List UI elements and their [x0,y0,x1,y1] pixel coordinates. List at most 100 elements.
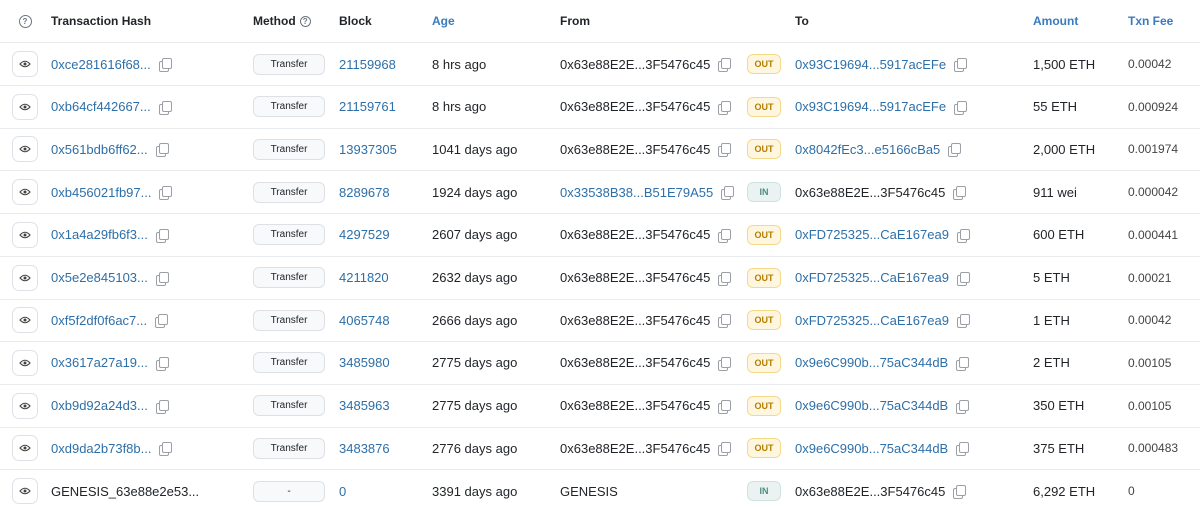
transaction-hash-link[interactable]: 0xb64cf442667... [51,99,151,114]
to-address[interactable]: 0x9e6C990b...75aC344dB [795,398,948,413]
copy-icon[interactable] [956,271,970,286]
transaction-hash-link[interactable]: 0xd9da2b73f8b... [51,441,151,456]
copy-icon[interactable] [155,314,169,329]
copy-icon[interactable] [953,186,967,201]
copy-icon[interactable] [159,442,173,457]
block-link[interactable]: 3485963 [339,398,390,413]
from-address: 0x63e88E2E...3F5476c45 [560,355,711,371]
copy-icon[interactable] [718,100,732,115]
copy-icon[interactable] [956,356,970,371]
eye-icon[interactable] [12,392,38,419]
copy-icon[interactable] [155,228,169,243]
copy-icon[interactable] [718,356,732,371]
block-link[interactable]: 3485980 [339,355,390,370]
column-header-fee[interactable]: Txn Fee [1128,0,1198,42]
transaction-hash-link[interactable]: 0xb9d92a24d3... [51,398,148,413]
copy-icon[interactable] [718,143,732,158]
block-link[interactable]: 0 [339,484,346,499]
eye-icon[interactable] [12,435,38,462]
to-address[interactable]: 0x93C19694...5917acEFe [795,99,946,114]
transaction-hash-link[interactable]: 0xb456021fb97... [51,185,151,200]
copy-icon[interactable] [718,314,732,329]
copy-icon[interactable] [155,143,169,158]
to-address[interactable]: 0x9e6C990b...75aC344dB [795,355,948,370]
copy-icon[interactable] [718,442,732,457]
transaction-hash-link[interactable]: 0xce281616f68... [51,57,151,72]
column-header-amount[interactable]: Amount [1033,0,1123,42]
block-link[interactable]: 8289678 [339,185,390,200]
direction-badge: OUT [747,438,781,459]
copy-icon[interactable] [956,314,970,329]
eye-icon[interactable] [12,51,38,77]
eye-icon[interactable] [12,221,38,248]
age-text: 1924 days ago [432,184,518,200]
to-address[interactable]: 0x93C19694...5917acEFe [795,57,946,72]
eye-icon[interactable] [12,93,38,120]
copy-icon[interactable] [155,399,169,414]
column-header-method: Method ? [253,0,333,42]
copy-icon[interactable] [954,100,968,115]
direction-badge: OUT [747,395,781,416]
eye-icon[interactable] [12,349,38,376]
copy-icon[interactable] [718,399,732,414]
age-text: 3391 days ago [432,483,518,499]
copy-icon[interactable] [155,271,169,286]
block-link[interactable]: 3483876 [339,441,390,456]
copy-icon[interactable] [158,58,172,72]
eye-icon[interactable] [12,264,38,291]
transaction-hash-link[interactable]: 0xf5f2df0f6ac7... [51,313,147,328]
help-circle-icon[interactable]: ? [299,15,311,27]
copy-icon[interactable] [718,58,732,72]
copy-icon[interactable] [158,100,172,115]
txn-fee-text: 0.00042 [1128,313,1172,328]
transaction-hash-link[interactable]: 0x3617a27a19... [51,355,148,370]
copy-icon[interactable] [721,186,735,201]
block-link[interactable]: 4297529 [339,227,390,242]
table-row: 0xb9d92a24d3... Transfer 3485963 2775 da… [0,385,1200,428]
copy-icon[interactable] [956,442,970,457]
block-link[interactable]: 21159968 [339,57,396,72]
transaction-hash-link[interactable]: 0x1a4a29fb6f3... [51,227,148,242]
copy-icon[interactable] [956,399,970,414]
age-text: 2775 days ago [432,398,518,414]
table-row: 0xb64cf442667... Transfer 21159761 8 hrs… [0,86,1200,129]
txn-fee-text: 0.00042 [1128,57,1172,71]
eye-icon[interactable] [12,478,38,504]
from-address[interactable]: 0x33538B38...B51E79A55 [560,185,713,200]
copy-icon[interactable] [954,58,968,72]
table-row: 0xf5f2df0f6ac7... Transfer 4065748 2666 … [0,299,1200,343]
txn-fee-text: 0.001974 [1128,142,1179,157]
column-header-to: To [795,14,809,28]
amount-text: 5 ETH [1033,270,1070,285]
copy-icon[interactable] [718,228,732,243]
copy-icon[interactable] [948,143,962,158]
copy-icon[interactable] [718,271,732,286]
copy-icon[interactable] [953,485,967,499]
eye-icon[interactable] [12,136,38,163]
method-badge: Transfer [253,96,325,118]
eye-icon[interactable] [12,179,38,206]
to-address[interactable]: 0xFD725325...CaE167ea9 [795,227,949,242]
transaction-hash-link[interactable]: 0x561bdb6ff62... [51,142,148,157]
transaction-hash-link: GENESIS_63e88e2e53... [51,483,200,499]
eye-icon[interactable] [12,307,38,334]
amount-text: 600 ETH [1033,227,1085,243]
copy-icon[interactable] [956,228,970,243]
help-circle-icon[interactable]: ? [18,14,32,28]
copy-icon[interactable] [155,356,169,371]
block-link[interactable]: 21159761 [339,99,396,114]
amount-text: 6,292 ETH [1033,483,1096,499]
to-address[interactable]: 0xFD725325...CaE167ea9 [795,270,949,285]
to-address[interactable]: 0xFD725325...CaE167ea9 [795,313,949,328]
to-address[interactable]: 0x8042fEc3...e5166cBa5 [795,142,940,157]
to-address[interactable]: 0x9e6C990b...75aC344dB [795,441,948,456]
method-badge: Transfer [253,352,325,374]
transaction-hash-link[interactable]: 0x5e2e845103... [51,270,148,285]
block-link[interactable]: 13937305 [339,142,397,157]
block-link[interactable]: 4211820 [339,270,389,285]
age-text: 8 hrs ago [432,99,487,115]
copy-icon[interactable] [159,186,173,201]
block-link[interactable]: 4065748 [339,313,390,328]
method-badge: Transfer [253,437,325,459]
column-header-age[interactable]: Age [432,0,557,42]
